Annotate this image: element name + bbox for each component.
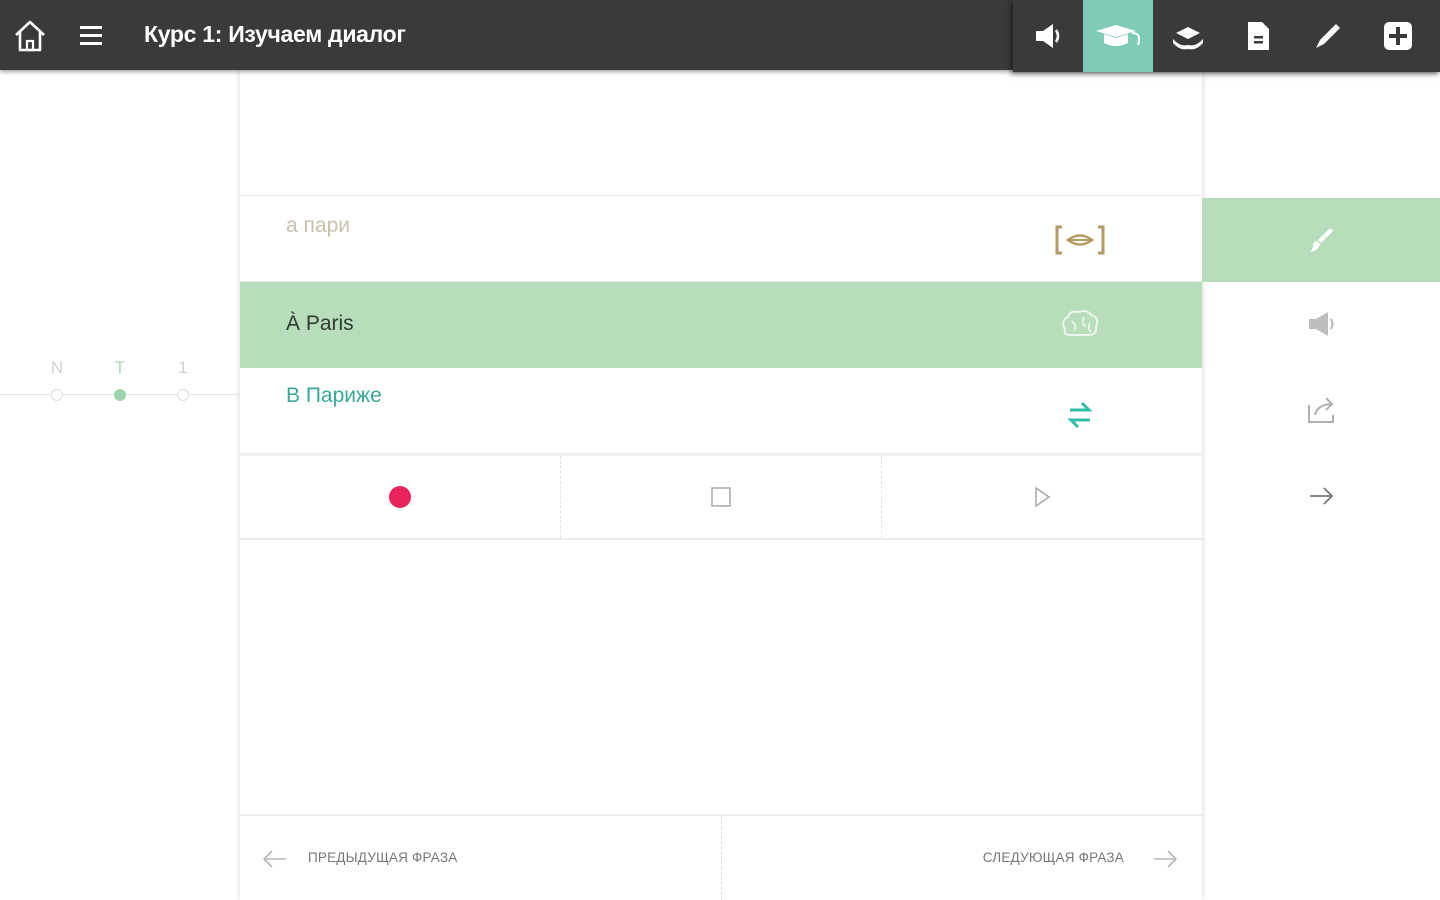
stop-button[interactable]: [561, 456, 882, 538]
pencil-icon: [1316, 24, 1340, 48]
play-icon: [1035, 486, 1051, 508]
transcription-row[interactable]: а пари: [240, 196, 1202, 282]
step-1[interactable]: 1: [168, 358, 198, 401]
share-icon: [1308, 397, 1334, 423]
top-bar: Курс 1: Изучаем диалог: [0, 0, 1440, 72]
speaker-icon: [1309, 312, 1334, 336]
menu-icon[interactable]: [74, 20, 108, 52]
prev-phrase-button[interactable]: ПРЕДЫДУЩАЯ ФРАЗА: [240, 816, 722, 900]
record-icon: [389, 486, 411, 508]
mode-stepper: N T 1: [0, 350, 238, 410]
share-button[interactable]: [1202, 368, 1440, 452]
step-n[interactable]: N: [42, 358, 72, 401]
phrase-card: а пари À Paris В Париже ПРЕДЫДУЩАЯ ФРАЗА…: [240, 70, 1202, 900]
step-dot: [177, 389, 189, 401]
arrow-left-icon: [262, 850, 286, 868]
translation-row[interactable]: В Париже: [240, 368, 1202, 454]
step-label: T: [114, 358, 126, 377]
step-dot: [114, 389, 126, 401]
step-label: 1: [178, 358, 188, 377]
recorder-controls: [240, 454, 1202, 540]
pencil-button[interactable]: [1293, 0, 1363, 72]
step-t[interactable]: T: [105, 358, 135, 401]
original-row[interactable]: À Paris: [240, 282, 1202, 368]
page-title: Курс 1: Изучаем диалог: [144, 21, 406, 47]
forward-button[interactable]: [1202, 454, 1440, 538]
graduation-cap-icon: [1096, 25, 1141, 46]
stop-icon: [711, 487, 731, 507]
original-text: À Paris: [286, 312, 354, 335]
document-button[interactable]: [1223, 0, 1293, 72]
brush-icon: [1310, 228, 1333, 252]
brush-button[interactable]: [1202, 198, 1440, 282]
step-dot: [51, 389, 63, 401]
document-icon: [1248, 22, 1269, 50]
speaker-button[interactable]: [1013, 0, 1083, 72]
speaker-icon: [1036, 24, 1060, 48]
phrase-navigation: ПРЕДЫДУЩАЯ ФРАЗА СЛЕДУЮЩАЯ ФРАЗА: [240, 814, 1202, 900]
learn-button[interactable]: [1083, 0, 1153, 72]
step-label: N: [50, 358, 64, 377]
brain-icon[interactable]: [1052, 302, 1108, 346]
next-phrase-button[interactable]: СЛЕДУЮЩАЯ ФРАЗА: [722, 816, 1203, 900]
next-phrase-label: СЛЕДУЮЩАЯ ФРАЗА: [982, 850, 1124, 865]
translation-text: В Париже: [286, 384, 382, 407]
transcription-text: а пари: [286, 214, 350, 237]
side-panel: [1202, 70, 1440, 900]
home-icon[interactable]: [10, 16, 50, 56]
prev-phrase-label: ПРЕДЫДУЩАЯ ФРАЗА: [308, 850, 458, 865]
arrow-right-icon: [1154, 850, 1178, 868]
swap-arrows-icon[interactable]: [1052, 394, 1108, 438]
add-icon: [1384, 22, 1412, 50]
side-speaker-button[interactable]: [1202, 282, 1440, 366]
arrow-right-icon: [1310, 487, 1334, 505]
record-button[interactable]: [240, 456, 561, 538]
play-button[interactable]: [882, 456, 1202, 538]
add-button[interactable]: [1363, 0, 1433, 72]
card-header-space: [240, 70, 1202, 196]
toolbar: [1013, 0, 1440, 72]
book-hand-icon: [1173, 27, 1203, 50]
lesson-button[interactable]: [1153, 0, 1223, 72]
lips-bracket-icon[interactable]: [1052, 218, 1108, 262]
